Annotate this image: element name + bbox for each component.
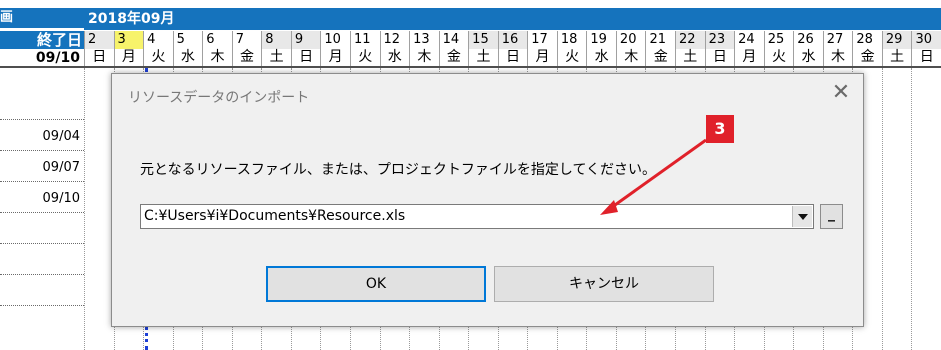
weekday-cell: 金 bbox=[645, 49, 675, 66]
weekday-cell: 火 bbox=[556, 49, 587, 66]
day-cell: 10 bbox=[320, 31, 350, 49]
weekday-cell: 金 bbox=[852, 49, 882, 66]
weekday-cell: 日 bbox=[290, 49, 321, 66]
cancel-button[interactable]: キャンセル bbox=[494, 266, 714, 302]
weekday-cell: 木 bbox=[615, 49, 646, 66]
grid-line bbox=[911, 68, 913, 350]
weekday-cell: 水 bbox=[793, 49, 823, 66]
day-cell: 14 bbox=[438, 31, 469, 49]
day-cell: 6 bbox=[202, 31, 232, 49]
file-path-combobox[interactable]: C:¥Users¥i¥Documents¥Resource.xls bbox=[140, 204, 814, 229]
end-date-column-header: 終了日 bbox=[0, 31, 84, 49]
weekday-cell: 水 bbox=[379, 49, 410, 66]
weekday-cell: 土 bbox=[468, 49, 498, 66]
end-date-row bbox=[0, 216, 84, 244]
day-cell: 22 bbox=[675, 31, 705, 49]
browse-button[interactable]: _ bbox=[820, 204, 843, 229]
day-cell: 13 bbox=[409, 31, 439, 49]
weekday-cell: 木 bbox=[822, 49, 853, 66]
grid-line bbox=[881, 68, 883, 350]
day-cell: 16 bbox=[497, 31, 528, 49]
weekday-cell: 月 bbox=[113, 49, 144, 66]
weekday-cell: 金 bbox=[438, 49, 469, 66]
chevron-down-icon[interactable] bbox=[792, 206, 812, 227]
weekday-cell: 月 bbox=[527, 49, 557, 66]
days-row: 2 3 4 5 6 7 8 9 10 11 12 13 14 15 16 17 18 19 20 21 22 23 24 25… bbox=[84, 31, 941, 49]
weekday-cell: 日 bbox=[704, 49, 735, 66]
day-cell: 18 bbox=[556, 31, 587, 49]
weekday-cell: 月 bbox=[320, 49, 350, 66]
day-cell: 15 bbox=[468, 31, 498, 49]
end-date-row bbox=[0, 278, 84, 306]
day-cell: 21 bbox=[645, 31, 676, 49]
weekday-cell: 水 bbox=[172, 49, 203, 66]
weekday-cell: 土 bbox=[881, 49, 912, 66]
day-cell: 2 bbox=[84, 31, 114, 49]
end-date-row bbox=[0, 92, 84, 120]
day-cell: 7 bbox=[231, 31, 262, 49]
weekday-cell: 土 bbox=[675, 49, 705, 66]
left-header-partial: 画 bbox=[0, 8, 84, 28]
weekday-cell: 日 bbox=[84, 49, 114, 66]
day-cell: 12 bbox=[379, 31, 410, 49]
month-label: 2018年09月 bbox=[84, 8, 941, 30]
weekday-cell: 水 bbox=[586, 49, 616, 66]
weekday-cell: 日 bbox=[497, 49, 528, 66]
day-cell: 30 bbox=[911, 31, 941, 49]
ok-button[interactable]: OK bbox=[266, 266, 486, 302]
day-cell: 9 bbox=[290, 31, 321, 49]
import-resource-dialog: リソースデータのインポート ✕ 元となるリソースファイル、または、プロジェクトフ… bbox=[111, 73, 864, 327]
weekday-row: 日月火水木金土日月火水木金土日月火水木金土日月火水木金土日 bbox=[84, 49, 941, 68]
weekday-cell: 金 bbox=[231, 49, 262, 66]
day-cell: 8 bbox=[261, 31, 291, 49]
end-date-row bbox=[0, 247, 84, 275]
day-cell: 20 bbox=[615, 31, 646, 49]
day-cell: 11 bbox=[349, 31, 380, 49]
weekday-cell: 日 bbox=[911, 49, 941, 66]
weekday-cell: 土 bbox=[261, 49, 291, 66]
day-cell: 27 bbox=[822, 31, 853, 49]
end-date-header-value: 09/10 bbox=[0, 49, 84, 68]
dialog-title: リソースデータのインポート bbox=[128, 90, 310, 106]
end-date-row: 09/10 bbox=[0, 185, 84, 213]
end-date-row: 09/04 bbox=[0, 123, 84, 151]
dialog-prompt: 元となるリソースファイル、または、プロジェクトファイルを指定してください。 bbox=[140, 162, 657, 178]
file-path-value[interactable]: C:¥Users¥i¥Documents¥Resource.xls bbox=[144, 205, 405, 228]
weekday-cell: 木 bbox=[409, 49, 439, 66]
step-number-badge: 3 bbox=[706, 115, 734, 143]
end-date-row: 09/07 bbox=[0, 154, 84, 182]
grid-line bbox=[84, 68, 85, 350]
day-cell: 26 bbox=[793, 31, 823, 49]
weekday-cell: 火 bbox=[349, 49, 380, 66]
day-cell: 28 bbox=[852, 31, 882, 49]
day-cell: 23 bbox=[704, 31, 735, 49]
weekday-cell: 火 bbox=[143, 49, 173, 66]
day-cell: 25 bbox=[763, 31, 794, 49]
day-cell: 29 bbox=[881, 31, 912, 49]
day-cell: 19 bbox=[586, 31, 616, 49]
weekday-cell: 月 bbox=[734, 49, 764, 66]
day-cell: 5 bbox=[172, 31, 203, 49]
day-cell: 24 bbox=[734, 31, 764, 49]
weekday-cell: 木 bbox=[202, 49, 232, 66]
close-icon[interactable]: ✕ bbox=[827, 80, 855, 106]
day-cell: 3 bbox=[113, 31, 144, 49]
day-cell: 17 bbox=[527, 31, 557, 49]
weekday-cell: 火 bbox=[763, 49, 794, 66]
day-cell: 4 bbox=[143, 31, 173, 49]
